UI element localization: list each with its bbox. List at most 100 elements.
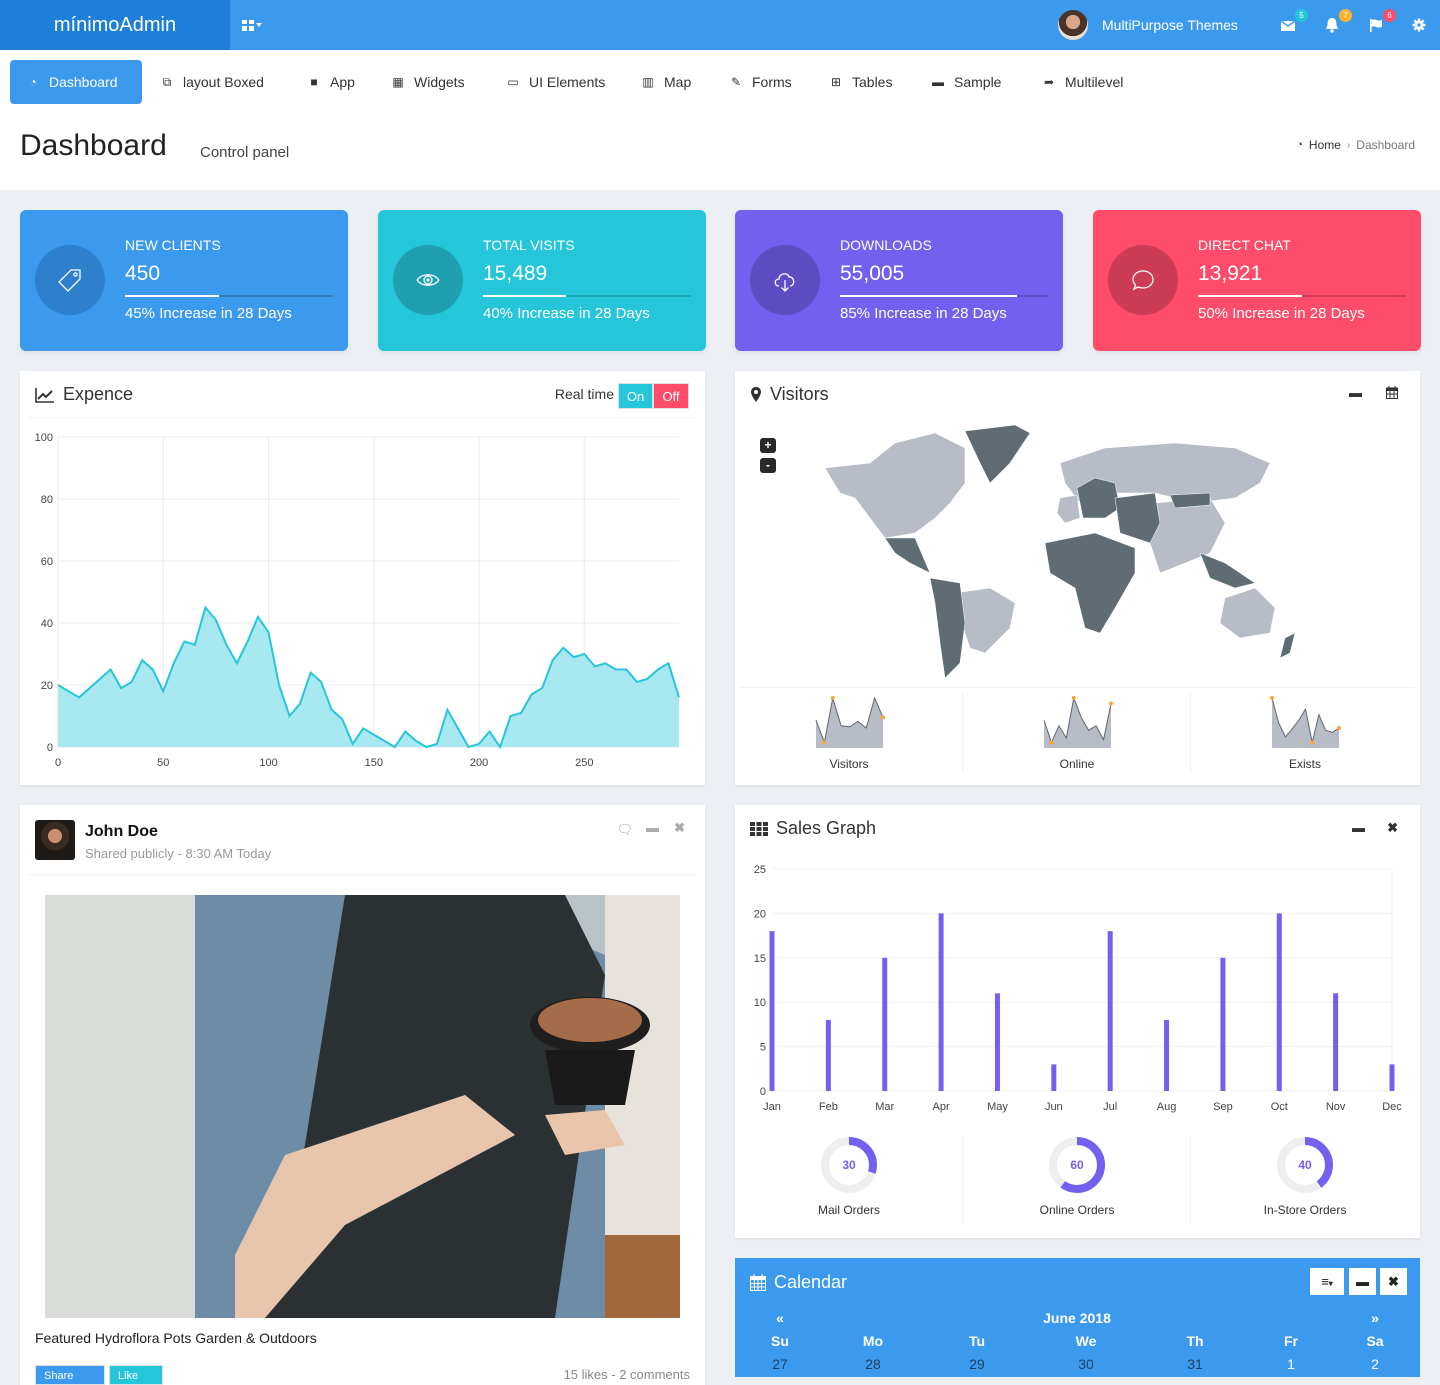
envelope-icon: [1280, 20, 1296, 31]
donut-chart: 30: [821, 1137, 877, 1193]
visitors-box: Visitors ▬ + - Visitors Online Exists: [735, 371, 1420, 785]
weekday-label: Fr: [1284, 1333, 1298, 1349]
y-tick-label: 15: [754, 953, 766, 965]
stat-value: 13,921: [1198, 262, 1263, 285]
calendar-next-button[interactable]: »: [1345, 1310, 1405, 1326]
bell-icon: [1326, 18, 1338, 33]
folder-icon: ▬: [932, 75, 944, 89]
map-region-south-america-west: [929, 577, 966, 679]
y-tick-label: 0: [760, 1086, 766, 1098]
collapse-button[interactable]: ▬: [646, 820, 659, 835]
messages-button[interactable]: 5: [1280, 9, 1308, 36]
calendar-day[interactable]: 29: [947, 1356, 1007, 1372]
page-title: Dashboard: [20, 129, 167, 162]
chat-icon: [1108, 245, 1178, 315]
minus-icon: ▬: [1349, 385, 1362, 400]
stat-label: DOWNLOADS: [840, 237, 932, 253]
calendar-collapse-button[interactable]: ▬: [1349, 1268, 1376, 1295]
breadcrumb-current: Dashboard: [1356, 138, 1415, 152]
expense-area: [58, 607, 679, 747]
y-tick-label: 60: [41, 556, 53, 568]
app-logo[interactable]: mínimoAdmin: [0, 0, 230, 50]
y-tick-label: 100: [35, 432, 53, 444]
calendar-menu-button[interactable]: ≡▾: [1310, 1268, 1344, 1295]
calendar-prev-button[interactable]: «: [750, 1310, 810, 1326]
calendar-day[interactable]: 2: [1345, 1356, 1405, 1372]
menu-item-forms[interactable]: ✎ Forms: [713, 60, 808, 104]
calendar-title: Calendar: [750, 1272, 847, 1293]
x-tick-label: 0: [55, 757, 61, 769]
stat-card-direct-chat: DIRECT CHAT 13,921 50% Increase in 28 Da…: [1093, 210, 1421, 351]
archive-icon: ■: [310, 75, 318, 89]
user-menu[interactable]: MultiPurpose Themes: [1058, 10, 1238, 40]
visitors-title: Visitors: [750, 384, 829, 405]
close-button[interactable]: ✖: [674, 820, 685, 836]
donut-value: 40: [1298, 1158, 1312, 1172]
menu-item-multilevel[interactable]: ➦ Multilevel: [1026, 60, 1139, 104]
copy-icon: ⧉: [162, 74, 172, 89]
author-avatar[interactable]: [35, 820, 75, 860]
calendar-day[interactable]: 1: [1261, 1356, 1321, 1372]
menu-item-widgets[interactable]: ▦ Widgets: [375, 60, 481, 104]
sales-bar: [994, 993, 1000, 1091]
calendar-button[interactable]: [1386, 386, 1398, 402]
sparkline-chart: [1043, 696, 1113, 748]
x-tick-label: Aug: [1157, 1101, 1177, 1113]
comments-button[interactable]: 🗨: [616, 822, 633, 838]
sales-bar: [1276, 913, 1282, 1091]
author-name[interactable]: John Doe: [85, 823, 158, 841]
stat-value: 450: [125, 262, 161, 285]
calendar-day[interactable]: 27: [750, 1356, 810, 1372]
calendar-day[interactable]: 28: [843, 1356, 903, 1372]
coffee-photo: [45, 895, 680, 1318]
eye-icon: [393, 245, 463, 315]
map-zoom-out[interactable]: -: [760, 458, 776, 473]
map-zoom-in[interactable]: +: [760, 438, 776, 453]
share-button[interactable]: Share: [35, 1365, 105, 1385]
menu-item-app[interactable]: ■ App: [291, 60, 371, 104]
sales-bar: [1107, 931, 1113, 1091]
sparkline-area: [1044, 698, 1111, 748]
stat-description: 85% Increase in 28 Days: [840, 305, 1007, 322]
x-tick-label: Jul: [1103, 1101, 1117, 1113]
x-tick-label: 250: [575, 757, 593, 769]
x-tick-label: Oct: [1271, 1101, 1288, 1113]
donut-chart: 60: [1049, 1137, 1105, 1193]
donut-instore-orders: 40 In-Store Orders: [1191, 1135, 1419, 1225]
stat-progress: [483, 295, 691, 297]
menu-item-tables[interactable]: ⊞ Tables: [813, 60, 908, 104]
menu-item-layout-boxed[interactable]: ⧉ layout Boxed: [144, 60, 280, 104]
menu-item-ui-elements[interactable]: ▭ UI Elements: [490, 60, 621, 104]
settings-button[interactable]: [1412, 14, 1434, 36]
breadcrumb-home[interactable]: Home: [1309, 138, 1341, 152]
x-tick-label: Feb: [819, 1101, 838, 1113]
calendar-close-button[interactable]: ✖: [1380, 1268, 1407, 1295]
menu-item-sample[interactable]: ▬ Sample: [915, 60, 1017, 104]
flags-button[interactable]: 6: [1368, 9, 1396, 36]
menu-item-dashboard[interactable]: ◔ Dashboard: [10, 60, 142, 104]
user-avatar: [1058, 10, 1088, 40]
table-icon: ⊞: [830, 75, 842, 89]
notifications-button[interactable]: 7: [1324, 9, 1352, 36]
calendar-day[interactable]: 30: [1056, 1356, 1116, 1372]
sales-bar: [769, 931, 775, 1091]
x-tick-label: 150: [365, 757, 383, 769]
y-tick-label: 20: [41, 680, 53, 692]
dashboard-icon: ◔: [1296, 139, 1303, 151]
sparkline-point: [881, 715, 885, 720]
world-map[interactable]: [815, 423, 1335, 683]
calendar-month-label[interactable]: June 2018: [1017, 1310, 1137, 1326]
sparkline-label: Exists: [1288, 757, 1321, 771]
expense-box: Expence Real time On Off 0 20 40 60 80 100 0 50…: [20, 371, 705, 785]
collapse-button[interactable]: ▬: [1349, 385, 1362, 400]
apps-grid-toggle[interactable]: [242, 16, 262, 32]
post-caption: Featured Hydroflora Pots Garden & Outdoo…: [35, 1330, 317, 1346]
cloud-download-icon: [750, 245, 820, 315]
menu-item-map[interactable]: ▥ Map: [625, 60, 707, 104]
calendar-day[interactable]: 31: [1165, 1356, 1225, 1372]
weekday-label: Su: [771, 1333, 789, 1349]
y-tick-label: 40: [41, 618, 53, 630]
weekday-label: Tu: [968, 1333, 986, 1349]
sales-bar: [1220, 957, 1226, 1091]
like-button[interactable]: Like: [109, 1365, 163, 1385]
